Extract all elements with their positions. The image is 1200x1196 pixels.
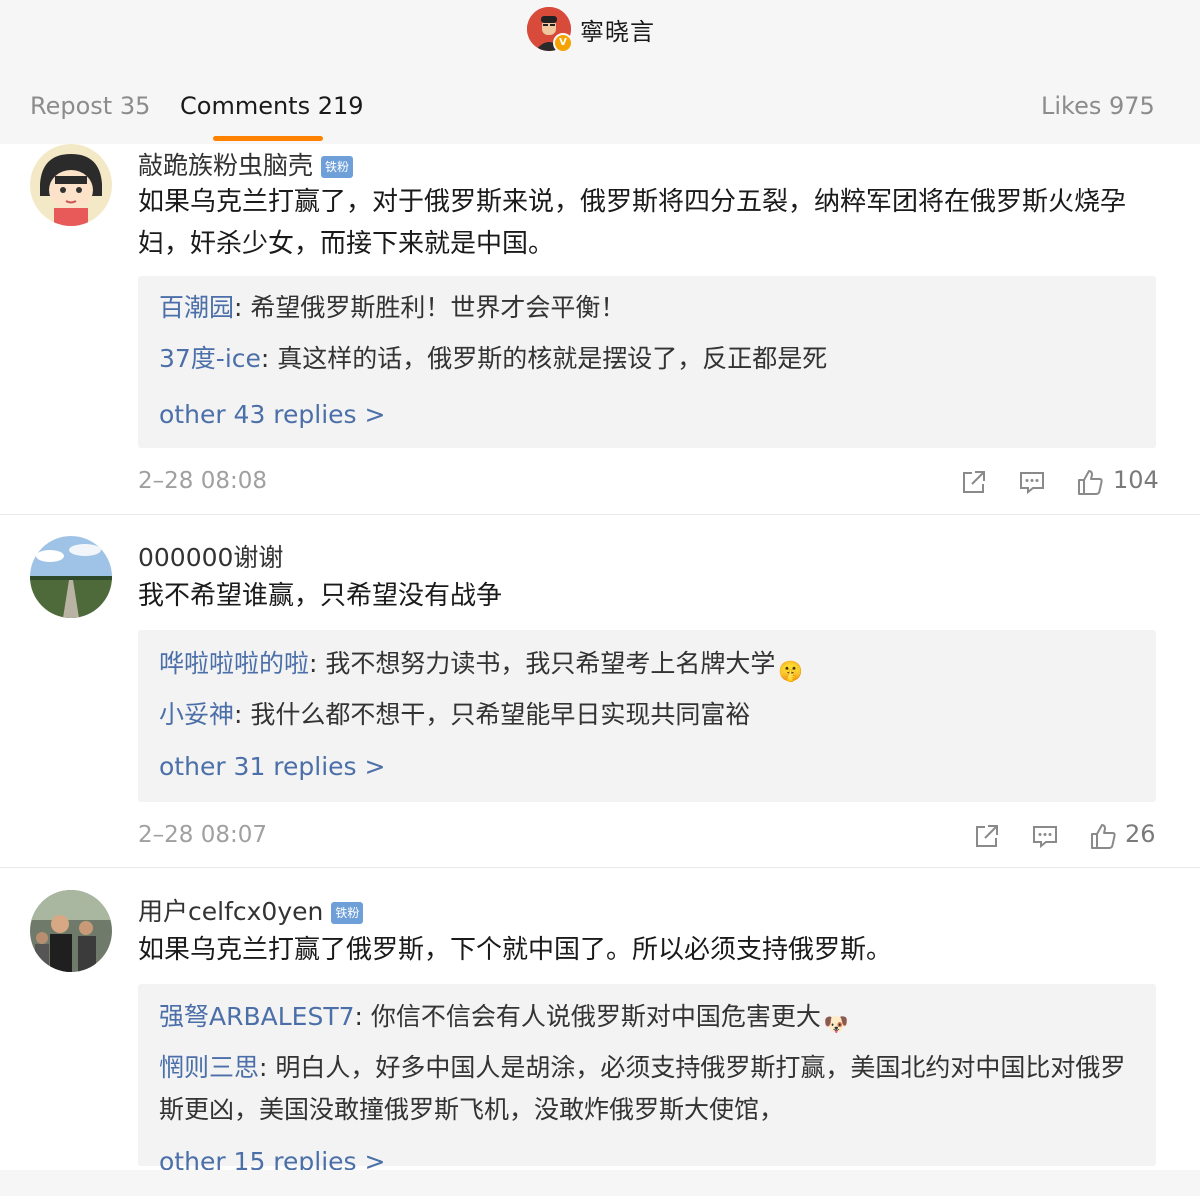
tab-likes[interactable]: Likes 975 — [1041, 92, 1155, 120]
comment-timestamp: 2–28 08:08 — [138, 468, 267, 494]
reply-line[interactable]: 小妥神: 我什么都不想干，只希望能早日实现共同富裕 — [159, 694, 1139, 736]
doge-emoji-icon: 🐶 — [823, 1012, 849, 1036]
reply-username[interactable]: 强弩ARBALEST7 — [159, 1002, 355, 1031]
reply-line[interactable]: 哗啦啦啦的啦: 我不想努力读书，我只希望考上名牌大学 🤫 — [159, 643, 1139, 686]
reply-text: 我什么都不想干，只希望能早日实现共同富裕 — [250, 700, 751, 729]
commenter-username[interactable]: 000000谢谢 — [138, 538, 283, 574]
fan-badge: 铁粉 — [331, 902, 364, 924]
fan-badge: 铁粉 — [321, 156, 354, 178]
comment-meta: 2–28 08:07 26 — [138, 818, 1158, 858]
more-replies-link[interactable]: other 43 replies > — [159, 400, 385, 429]
reply-username[interactable]: 哗啦啦啦的啦 — [159, 649, 309, 678]
reply-box[interactable]: 强弩ARBALEST7: 你信不信会有人说俄罗斯对中国危害更大 🐶 惘则三思: 明… — [138, 984, 1156, 1176]
reply-text: 希望俄罗斯胜利！世界才会平衡！ — [250, 293, 626, 322]
commenter-avatar[interactable] — [30, 536, 112, 618]
reply-line[interactable]: 37度-ice: 真这样的话，俄罗斯的核就是摆设了，反正都是死 — [159, 338, 1139, 380]
commenter-username[interactable]: 用户celfcx0yen 铁粉 — [138, 892, 364, 928]
reply-username[interactable]: 37度-ice — [159, 344, 261, 373]
divider — [0, 867, 1200, 868]
share-icon[interactable] — [960, 468, 988, 496]
thumbs-up-icon[interactable] — [1076, 468, 1104, 496]
shush-emoji-icon: 🤫 — [777, 659, 803, 683]
reply-line[interactable]: 百潮园: 希望俄罗斯胜利！世界才会平衡！ — [159, 287, 1139, 329]
reply-username[interactable]: 小妥神 — [159, 700, 234, 729]
reply-box[interactable]: 百潮园: 希望俄罗斯胜利！世界才会平衡！ 37度-ice: 真这样的话，俄罗斯的… — [138, 276, 1156, 448]
reply-text: 明白人，好多中国人是胡涂，必须支持俄罗斯打赢，美国北约对中国比对俄罗斯更凶，美国… — [159, 1053, 1126, 1124]
comment-icon[interactable] — [1018, 468, 1046, 496]
reply-line[interactable]: 惘则三思: 明白人，好多中国人是胡涂，必须支持俄罗斯打赢，美国北约对中国比对俄罗… — [159, 1047, 1129, 1131]
share-icon[interactable] — [973, 822, 1001, 850]
tab-comments[interactable]: Comments 219 — [180, 92, 364, 120]
commenter-avatar[interactable] — [30, 890, 112, 972]
like-count: 26 — [1125, 820, 1156, 848]
divider — [0, 514, 1200, 515]
tab-bar: Repost 35 Comments 219 Likes 975 — [0, 68, 1200, 144]
bottom-bar — [0, 1170, 1200, 1196]
author-avatar[interactable]: V — [527, 7, 573, 53]
active-tab-indicator — [213, 136, 323, 141]
commenter-username[interactable]: 敲跪族粉虫脑壳 铁粉 — [138, 146, 354, 182]
comment-text: 如果乌克兰打赢了俄罗斯，下个就中国了。所以必须支持俄罗斯。 — [138, 935, 893, 965]
reply-username[interactable]: 百潮园 — [159, 293, 234, 322]
thumbs-up-icon[interactable] — [1089, 822, 1117, 850]
commenter-avatar[interactable] — [30, 144, 112, 226]
reply-username[interactable]: 惘则三思 — [159, 1053, 259, 1082]
username-text[interactable]: 敲跪族粉虫脑壳 — [138, 151, 313, 180]
reply-text: 我不想努力读书，我只希望考上名牌大学 — [325, 649, 776, 678]
comment-text: 如果乌克兰打赢了，对于俄罗斯来说，俄罗斯将四分五裂，纳粹军团将在俄罗斯火烧孕妇，… — [138, 187, 1127, 259]
top-bar: V 寧晓言 — [0, 0, 1200, 69]
tab-repost[interactable]: Repost 35 — [30, 92, 150, 120]
reply-text: 你信不信会有人说俄罗斯对中国危害更大 — [370, 1002, 821, 1031]
username-text[interactable]: 用户celfcx0yen — [138, 897, 323, 926]
more-replies-link[interactable]: other 31 replies > — [159, 752, 385, 781]
username-text[interactable]: 000000谢谢 — [138, 543, 283, 572]
verified-badge-icon: V — [553, 33, 573, 53]
author-name[interactable]: 寧晓言 — [580, 12, 655, 47]
reply-box[interactable]: 哗啦啦啦的啦: 我不想努力读书，我只希望考上名牌大学 🤫 小妥神: 我什么都不想干… — [138, 630, 1156, 802]
reply-text: 真这样的话，俄罗斯的核就是摆设了，反正都是死 — [277, 344, 828, 373]
comment-timestamp: 2–28 08:07 — [138, 822, 267, 848]
comment-text: 我不希望谁赢，只希望没有战争 — [138, 581, 503, 611]
like-count: 104 — [1113, 466, 1159, 494]
reply-line[interactable]: 强弩ARBALEST7: 你信不信会有人说俄罗斯对中国危害更大 🐶 — [159, 996, 1139, 1039]
comment-meta: 2–28 08:08 104 — [138, 464, 1159, 504]
comment-icon[interactable] — [1031, 822, 1059, 850]
